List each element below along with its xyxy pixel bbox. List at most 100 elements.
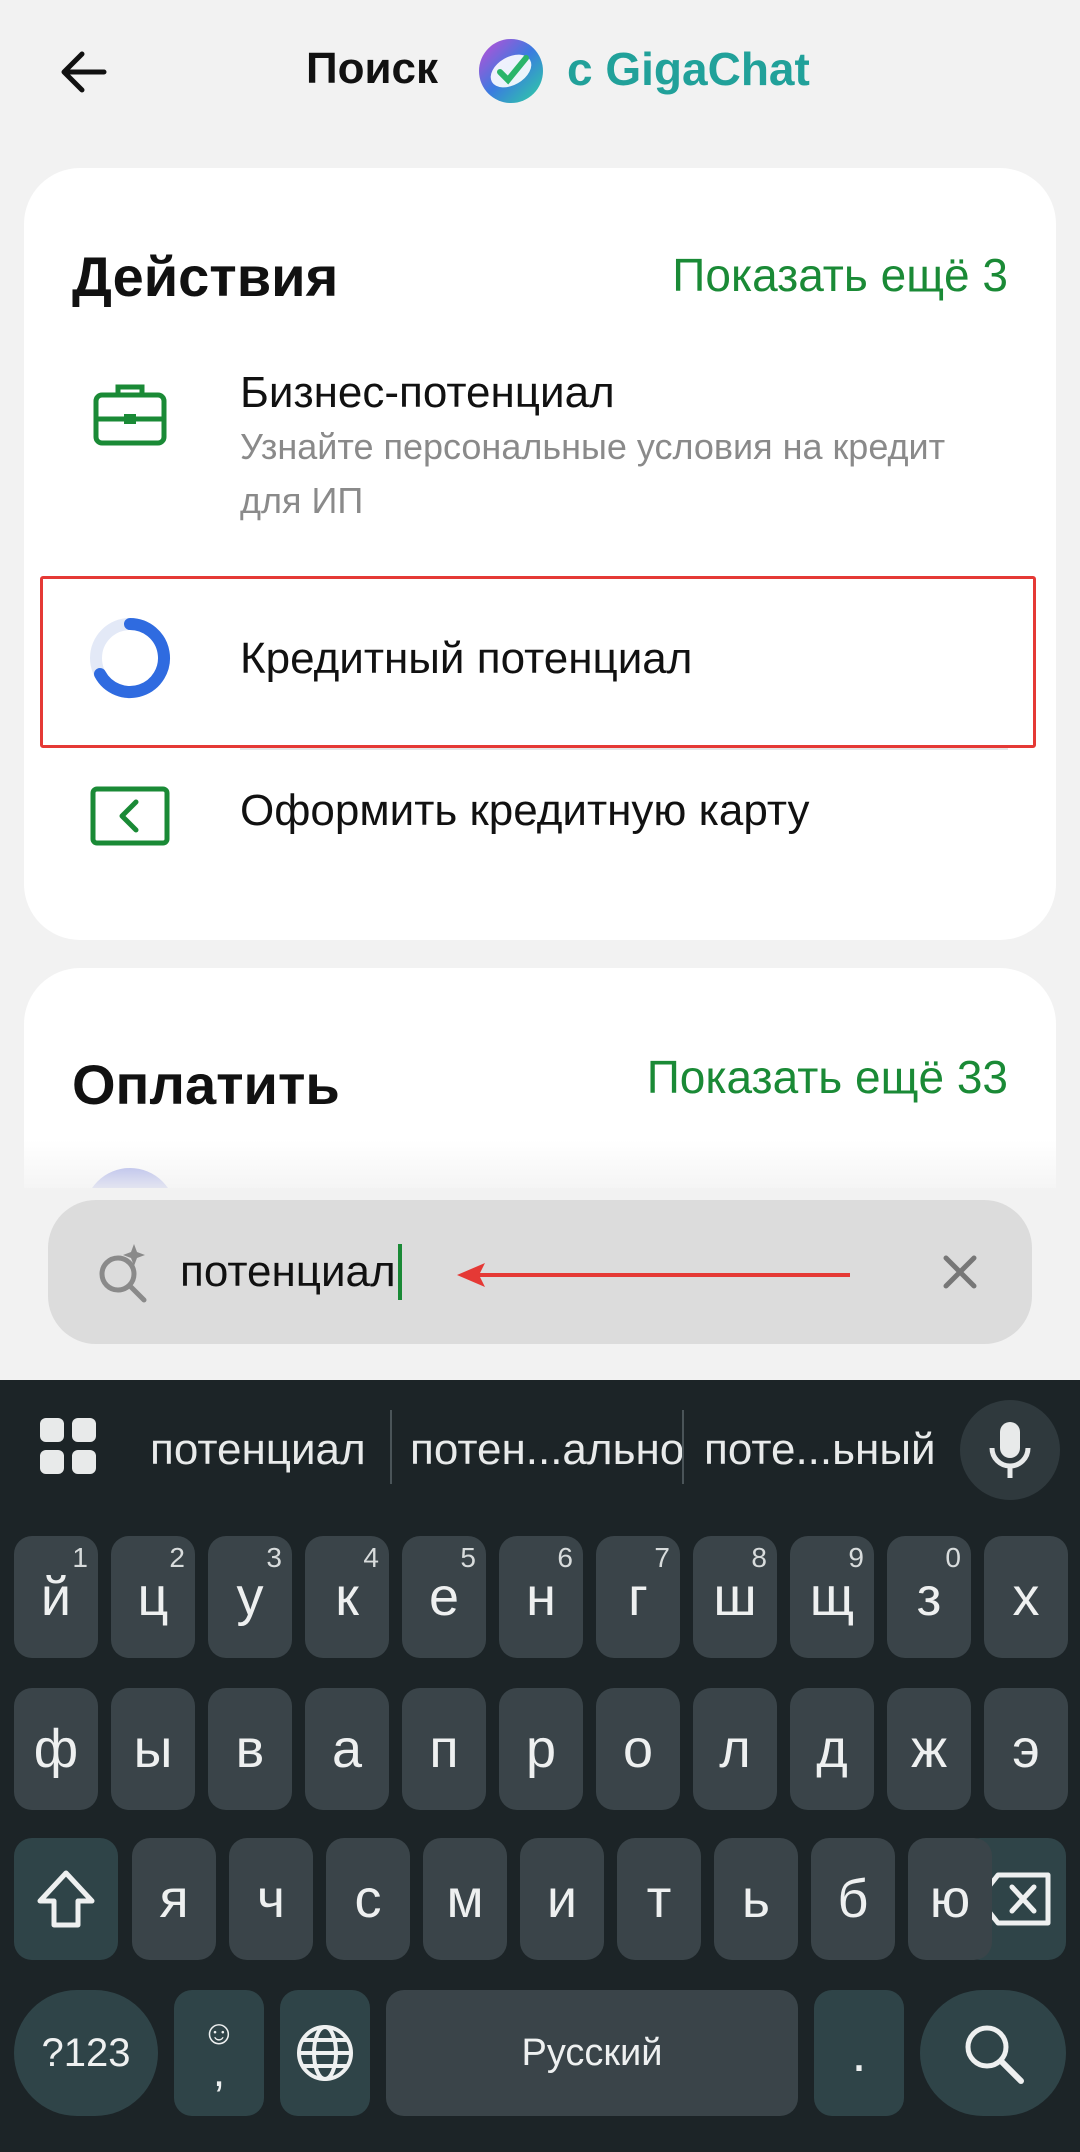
key-letter[interactable]: ы [111, 1688, 195, 1810]
key-hint: 1 [72, 1542, 88, 1573]
key-letter[interactable]: ч [229, 1838, 313, 1960]
comma-label: , [212, 2047, 226, 2096]
key-letter[interactable]: в [208, 1688, 292, 1810]
key-hint: 8 [751, 1542, 767, 1573]
microphone-icon [989, 1422, 1031, 1478]
shift-icon [37, 1870, 95, 1928]
key-hint: 9 [848, 1542, 864, 1573]
key-letter[interactable]: б [811, 1838, 895, 1960]
key-letter[interactable]: д [790, 1688, 874, 1810]
key-letter[interactable]: я [132, 1838, 216, 1960]
key-letter[interactable]: с [326, 1838, 410, 1960]
action-item-title: Кредитный потенциал [240, 634, 693, 683]
space-key[interactable]: Русский [386, 1990, 798, 2116]
pay-show-more-link[interactable]: Показать ещё 33 [647, 1050, 1008, 1104]
back-button[interactable] [48, 36, 120, 108]
key-label: н [526, 1567, 556, 1627]
key-label: к [335, 1567, 359, 1627]
key-label: ш [713, 1567, 757, 1627]
key-letter[interactable]: н6 [499, 1536, 583, 1658]
key-label: щ [809, 1567, 855, 1627]
actions-section-title: Действия [72, 245, 339, 308]
credit-potential-ring-icon [84, 612, 176, 704]
key-letter[interactable]: ж [887, 1688, 971, 1810]
suggestion-bar: потенциал потен...ально поте...ьный [0, 1380, 1080, 1516]
key-label: е [428, 1567, 460, 1627]
divider [390, 1410, 392, 1484]
key-letter[interactable]: к4 [305, 1536, 389, 1658]
close-icon [943, 1255, 977, 1289]
arrow-left-icon [61, 51, 107, 93]
key-letter[interactable]: э [984, 1688, 1068, 1810]
key-letter[interactable]: ю [908, 1838, 992, 1960]
text-caret [397, 1244, 402, 1300]
key-letter[interactable]: п [402, 1688, 486, 1810]
key-letter[interactable]: а [305, 1688, 389, 1810]
key-hint: 6 [557, 1542, 573, 1573]
key-hint: 5 [460, 1542, 476, 1573]
key-letter[interactable]: и [520, 1838, 604, 1960]
key-letter[interactable]: е5 [402, 1536, 486, 1658]
ai-search-icon [99, 1244, 147, 1303]
key-letter[interactable]: й1 [14, 1536, 98, 1658]
key-letter[interactable]: ф [14, 1688, 98, 1810]
search-bar[interactable]: потенциал [48, 1200, 1032, 1344]
briefcase-icon [84, 368, 176, 460]
suggestion-item[interactable]: потенциал [150, 1420, 366, 1480]
search-key[interactable] [920, 1990, 1066, 2116]
page-title: Поиск [306, 44, 439, 93]
key-label: й [40, 1567, 72, 1627]
key-letter[interactable]: о [596, 1688, 680, 1810]
action-item-credit-card[interactable]: Оформить кредитную карту [24, 768, 1056, 908]
key-letter[interactable]: м [423, 1838, 507, 1960]
credit-card-icon [84, 770, 176, 862]
header: Поиск с GigaChat [0, 0, 1080, 150]
globe-icon [297, 2025, 353, 2081]
action-item-credit-potential[interactable]: Кредитный потенциал [24, 578, 1056, 738]
key-letter[interactable]: ь [714, 1838, 798, 1960]
key-letter[interactable]: щ9 [790, 1536, 874, 1658]
scroll-fade [0, 1140, 1080, 1200]
action-item-title: Оформить кредитную карту [240, 786, 810, 835]
divider [240, 748, 1008, 750]
key-letter[interactable]: ш8 [693, 1536, 777, 1658]
emoji-comma-key[interactable]: ☺ , [174, 1990, 264, 2116]
gigachat-logo [479, 39, 543, 103]
apps-grid-icon[interactable] [36, 1414, 100, 1478]
keyboard: потенциал потен...ально поте...ьный й1ц2… [0, 1380, 1080, 2152]
key-hint: 2 [169, 1542, 185, 1573]
key-letter[interactable]: ц2 [111, 1536, 195, 1658]
suggestion-item[interactable]: поте...ьный [704, 1420, 936, 1480]
search-input-value: потенциал [180, 1247, 396, 1296]
search-icon [965, 2025, 1024, 2084]
key-hint: 4 [363, 1542, 379, 1573]
symbols-key[interactable]: ?123 [14, 1990, 158, 2116]
actions-card: Действия Показать ещё 3 Бизнес-потенциал… [24, 168, 1056, 940]
key-letter[interactable]: х [984, 1536, 1068, 1658]
key-hint: 3 [266, 1542, 282, 1573]
key-letter[interactable]: л [693, 1688, 777, 1810]
gigachat-brand-label: с GigaChat [567, 43, 810, 95]
pay-section-title: Оплатить [72, 1053, 340, 1116]
key-label: з [916, 1567, 942, 1627]
search-input[interactable]: потенциал [180, 1236, 870, 1308]
language-key[interactable] [280, 1990, 370, 2116]
key-letter[interactable]: р [499, 1688, 583, 1810]
shift-key[interactable] [14, 1838, 118, 1960]
divider [682, 1410, 684, 1484]
actions-show-more-link[interactable]: Показать ещё 3 [672, 248, 1008, 302]
action-item-title: Бизнес-потенциал [240, 368, 615, 417]
suggestion-item[interactable]: потен...ально [410, 1420, 684, 1480]
key-hint: 0 [945, 1542, 961, 1573]
voice-input-button[interactable] [960, 1400, 1060, 1500]
key-label: у [236, 1567, 264, 1627]
key-letter[interactable]: з0 [887, 1536, 971, 1658]
key-label: г [628, 1567, 648, 1627]
key-letter[interactable]: т [617, 1838, 701, 1960]
clear-search-button[interactable] [932, 1244, 988, 1300]
key-label: ц [137, 1567, 169, 1627]
key-letter[interactable]: г7 [596, 1536, 680, 1658]
key-label: х [1012, 1567, 1040, 1627]
key-letter[interactable]: у3 [208, 1536, 292, 1658]
period-key[interactable]: . [814, 1990, 904, 2116]
